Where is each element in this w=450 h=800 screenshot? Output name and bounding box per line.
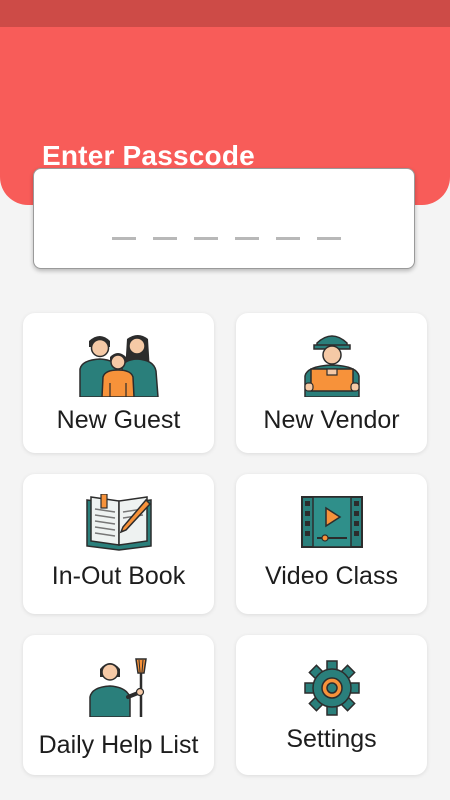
video-class-label: Video Class [265,562,398,590]
status-bar [0,0,450,27]
settings-button[interactable]: Settings [236,635,427,775]
gear-icon [303,660,360,716]
passcode-digit-slot [235,237,259,240]
in-out-book-button[interactable]: In-Out Book [23,474,214,614]
video-class-button[interactable]: Video Class [236,474,427,614]
delivery-person-icon [303,335,360,397]
passcode-digit-slot [194,237,218,240]
passcode-digit-slot [112,237,136,240]
passcode-input[interactable] [33,168,415,269]
passcode-digit-slot [153,237,177,240]
new-guest-label: New Guest [56,406,181,434]
new-vendor-button[interactable]: New Vendor [236,313,427,453]
video-icon [300,496,363,548]
new-vendor-label: New Vendor [263,406,400,434]
family-icon [78,335,159,397]
daily-help-list-button[interactable]: Daily Help List [23,635,214,775]
passcode-digit-slot [317,237,341,240]
book-icon [85,494,152,551]
house-help-icon [88,658,147,717]
daily-help-list-label: Daily Help List [38,731,199,759]
new-guest-button[interactable]: New Guest [23,313,214,453]
passcode-digit-slot [276,237,300,240]
settings-label: Settings [286,725,377,753]
in-out-book-label: In-Out Book [51,562,186,590]
